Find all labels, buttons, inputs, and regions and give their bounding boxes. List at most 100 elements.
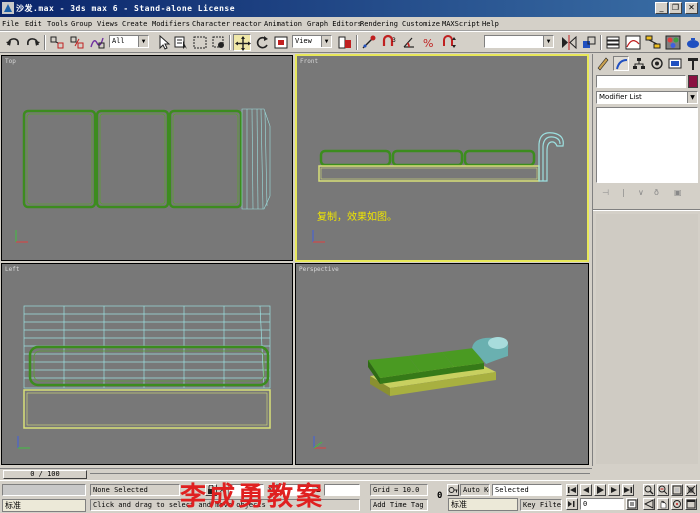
bind-to-space-warp-button[interactable] (88, 34, 106, 51)
play-button[interactable] (594, 484, 606, 496)
select-and-move-button[interactable] (233, 34, 251, 51)
align-button[interactable] (580, 34, 598, 51)
zoom-extents-icon (672, 485, 682, 495)
hierarchy-tab[interactable] (631, 56, 647, 71)
select-by-name-button[interactable] (172, 34, 190, 51)
ime-toolbar-left[interactable]: 标准 (2, 499, 86, 512)
3dsmax-app-icon[interactable] (2, 2, 14, 14)
menu-file[interactable]: File (2, 20, 19, 28)
zoom-button[interactable] (643, 484, 655, 496)
curve-editor-button[interactable] (624, 34, 642, 51)
viewport-front[interactable]: Front 复制，效果如图。 (295, 54, 589, 262)
time-slider-track[interactable] (90, 473, 590, 476)
zoom-all-button[interactable] (657, 484, 669, 496)
named-selection-dropdown[interactable]: ▼ (484, 35, 554, 48)
rectangular-selection-button[interactable] (191, 34, 209, 51)
select-and-scale-button[interactable] (272, 34, 290, 51)
sofa-arm-front (538, 132, 564, 182)
display-tab[interactable] (667, 56, 683, 71)
menu-reactor[interactable]: reactor (232, 20, 262, 28)
schematic-view-button[interactable] (644, 34, 662, 51)
make-unique-icon[interactable]: ∨ (638, 188, 644, 197)
add-time-tag-button[interactable]: Add Time Tag (370, 499, 428, 511)
menu-tools[interactable]: Tools (47, 20, 68, 28)
z-coord-field[interactable] (324, 484, 360, 496)
maximize-viewport-button[interactable] (685, 498, 697, 510)
motion-tab[interactable] (649, 56, 665, 71)
menu-create[interactable]: Create (122, 20, 147, 28)
menu-character[interactable]: Character (192, 20, 230, 28)
select-by-name-icon (174, 36, 187, 49)
configure-modifier-sets-icon[interactable]: ▣ (674, 188, 682, 197)
menu-animation[interactable]: Animation (264, 20, 302, 28)
select-and-manipulate-button[interactable] (360, 34, 378, 51)
select-object-button[interactable] (154, 34, 172, 51)
zoom-extents-button[interactable] (671, 484, 683, 496)
menu-rendering[interactable]: Rendering (360, 20, 398, 28)
modifier-list-dropdown[interactable]: Modifier List ▼ (596, 91, 698, 104)
sofa-3d (368, 337, 509, 396)
go-to-start-button[interactable] (566, 484, 578, 496)
viewport-left[interactable]: Left (1, 263, 293, 465)
percent-snap-button[interactable]: % (420, 34, 438, 51)
pin-stack-icon[interactable]: ⊣ (602, 188, 609, 197)
go-to-end-button[interactable] (622, 484, 634, 496)
close-button[interactable]: ✕ (685, 2, 698, 14)
select-and-link-button[interactable] (48, 34, 66, 51)
show-end-result-icon[interactable]: | (622, 188, 625, 197)
menu-edit[interactable]: Edit (25, 20, 42, 28)
menu-group[interactable]: Group (71, 20, 92, 28)
modifier-stack[interactable] (596, 107, 698, 183)
zoom-extents-all-button[interactable] (685, 484, 697, 496)
remove-modifier-icon[interactable]: ð (654, 188, 659, 197)
set-key-mode-button[interactable] (447, 484, 459, 496)
menu-graph-editors[interactable]: Graph Editors (307, 20, 362, 28)
snap-toggle-button[interactable]: 3 (380, 34, 398, 51)
menu-modifiers[interactable]: Modifiers (152, 20, 190, 28)
arc-rotate-button[interactable] (671, 498, 683, 510)
utilities-tab[interactable] (685, 56, 700, 71)
mirror-button[interactable] (560, 34, 578, 51)
key-filters-button[interactable]: Key Filters... (520, 499, 562, 511)
minimize-button[interactable]: _ (655, 2, 668, 14)
time-configuration-button[interactable] (626, 498, 638, 510)
menu-customize[interactable]: Customize (402, 20, 440, 28)
command-panel-tabs (595, 56, 699, 72)
render-scene-button[interactable] (684, 34, 700, 51)
window-crossing-button[interactable] (210, 34, 228, 51)
selection-filter-dropdown[interactable]: All ▼ (109, 35, 149, 48)
spinner-snap-button[interactable] (440, 34, 458, 51)
undo-button[interactable] (4, 34, 22, 51)
pan-button[interactable] (657, 498, 669, 510)
pivot-center-button[interactable] (336, 34, 354, 51)
modify-tab[interactable] (613, 56, 629, 71)
create-tab[interactable] (595, 56, 611, 71)
layer-manager-button[interactable] (604, 34, 622, 51)
current-frame-field[interactable]: 0 (580, 498, 624, 510)
menu-views[interactable]: Views (97, 20, 118, 28)
auto-key-button[interactable]: Auto Key (460, 484, 490, 496)
key-mode-toggle-button[interactable] (566, 498, 578, 510)
viewport-top[interactable]: Top (1, 55, 293, 261)
redo-button[interactable] (24, 34, 42, 51)
unlink-selection-button[interactable] (68, 34, 86, 51)
object-name-field[interactable] (596, 75, 686, 88)
viewport-perspective[interactable]: Perspective (295, 263, 589, 465)
object-color-swatch[interactable] (688, 75, 698, 88)
ime-toolbar-right[interactable]: 标准 (448, 498, 518, 511)
reference-coordinate-dropdown[interactable]: View ▼ (292, 35, 332, 48)
key-mode-dropdown[interactable]: Selected (492, 484, 562, 496)
field-of-view-button[interactable] (643, 498, 655, 510)
previous-frame-button[interactable] (580, 484, 592, 496)
time-slider-thumb[interactable]: 0 / 100 (3, 470, 87, 479)
angle-snap-button[interactable] (400, 34, 418, 51)
menu-help[interactable]: Help (482, 20, 499, 28)
restore-button[interactable]: ❐ (669, 2, 682, 14)
time-config-icon (627, 499, 637, 509)
select-and-rotate-button[interactable] (253, 34, 271, 51)
key-icon (448, 487, 458, 493)
next-frame-button[interactable] (608, 484, 620, 496)
maxscript-listener-mini[interactable] (2, 484, 86, 496)
menu-maxscript[interactable]: MAXScript (442, 20, 480, 28)
material-editor-button[interactable] (664, 34, 682, 51)
